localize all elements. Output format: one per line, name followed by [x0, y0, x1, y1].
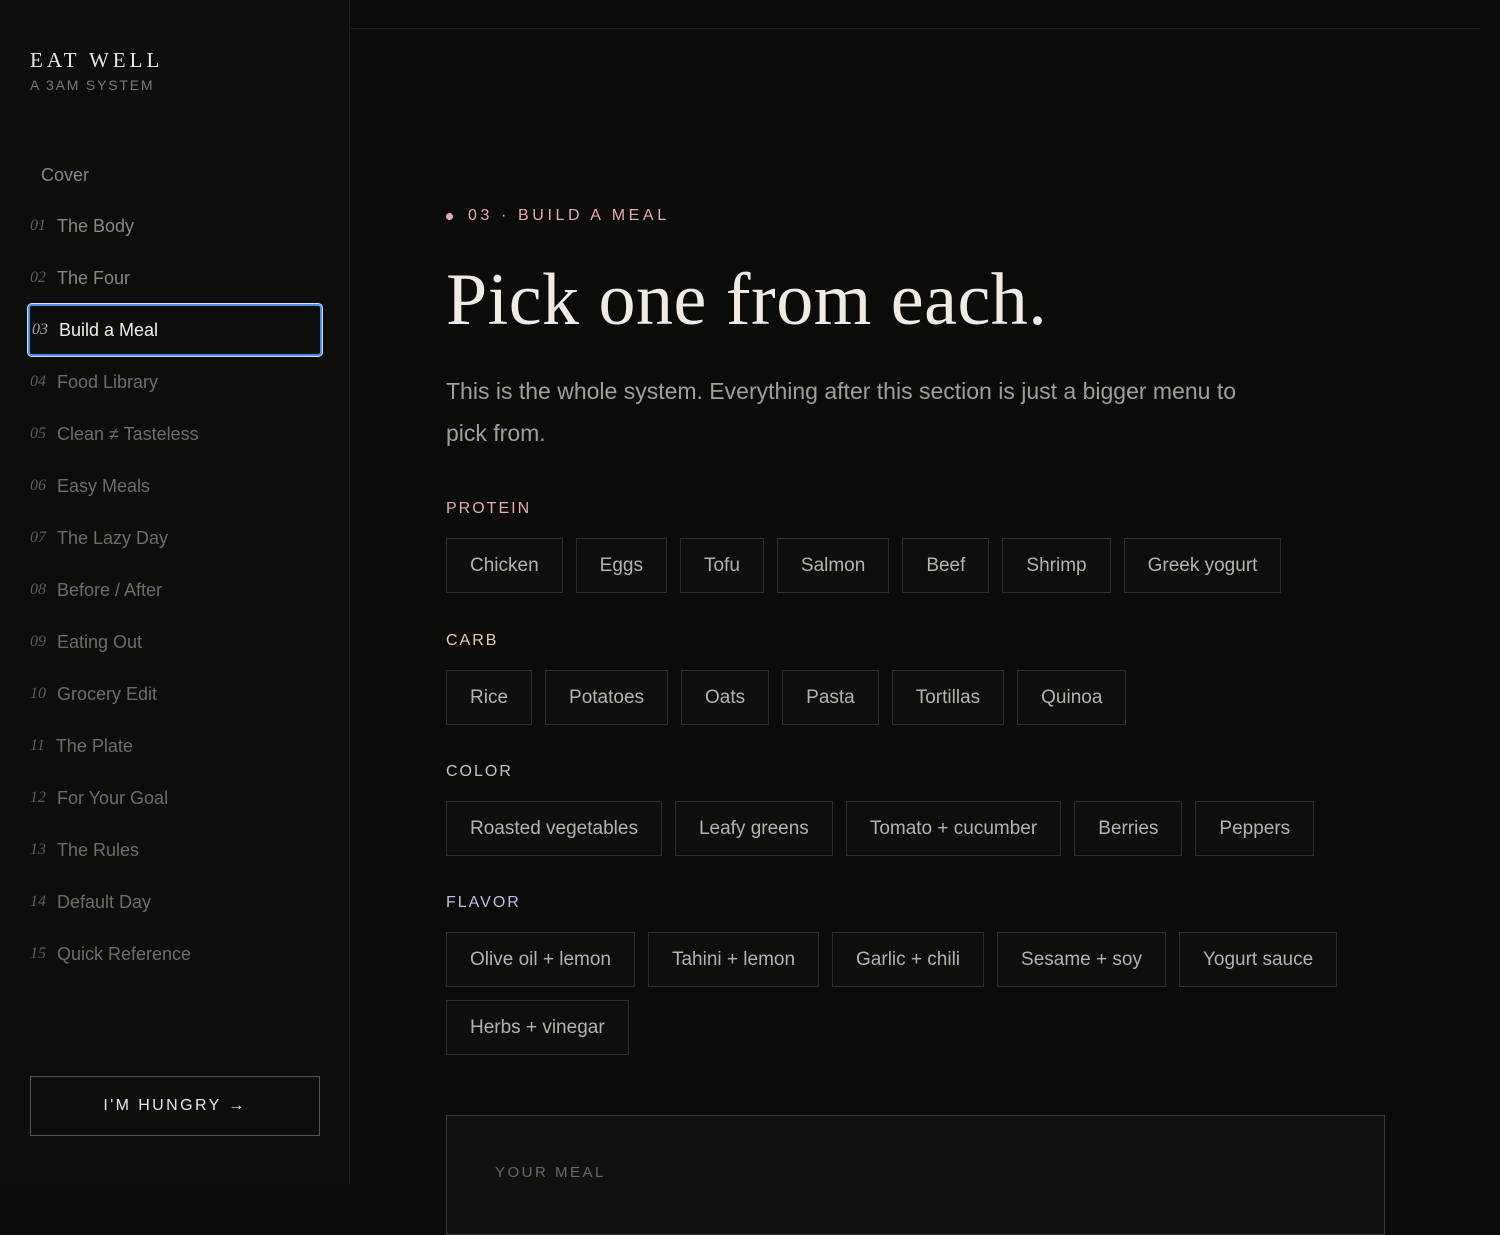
- section-eyebrow: 03 · BUILD A MEAL: [446, 207, 670, 225]
- nav-item-number: 05: [30, 425, 46, 442]
- nav-item-label: Grocery Edit: [57, 683, 158, 704]
- nav-item-label: Eating Out: [57, 631, 143, 652]
- nav-item-build-a-meal[interactable]: 03 Build a Meal: [28, 304, 322, 356]
- nav-item-number: 02: [30, 269, 46, 286]
- nav-item-for-your-goal[interactable]: 12 For Your Goal: [28, 772, 322, 824]
- chip-group-flavor: Olive oil + lemon Tahini + lemon Garlic + …: [446, 932, 1406, 1055]
- section-nav: Cover 01 The Body 02 The Four 03 Build a Meal…: [28, 150, 322, 980]
- eyebrow-dot-icon: [446, 212, 453, 220]
- ingredient-chip[interactable]: Tortillas: [891, 670, 1005, 725]
- your-meal-label: YOUR MEAL: [495, 1164, 606, 1181]
- nav-item-label: Cover: [41, 164, 90, 185]
- nav-item-label: Default Day: [57, 891, 152, 912]
- nav-item-number: 11: [30, 737, 45, 754]
- nav-item-the-four[interactable]: 02 The Four: [28, 252, 322, 304]
- nav-item-number: 03: [32, 321, 48, 338]
- nav-item-clean-tasteless[interactable]: 05 Clean ≠ Tasteless: [28, 408, 322, 460]
- chip-group-protein: Chicken Eggs Tofu Salmon Beef Shrimp Greek yog…: [446, 538, 1406, 593]
- ingredient-chip[interactable]: Shrimp: [1002, 538, 1111, 593]
- nav-item-number: 09: [30, 633, 46, 650]
- ingredient-chip[interactable]: Berries: [1074, 801, 1183, 856]
- nav-item-label: For Your Goal: [57, 787, 169, 808]
- nav-item-number: 10: [30, 685, 46, 702]
- sidebar: EAT WELL A 3AM SYSTEM Cover 01 The Body 02…: [0, 0, 350, 1184]
- nav-item-label: The Four: [57, 267, 131, 288]
- nav-item-number: 15: [30, 945, 46, 962]
- nav-item-easy-meals[interactable]: 06 Easy Meals: [28, 460, 322, 512]
- group-label-protein: PROTEIN: [446, 500, 532, 517]
- nav-item-default-day[interactable]: 14 Default Day: [28, 876, 322, 928]
- brand-title: EAT WELL: [30, 48, 164, 72]
- page-title: Pick one from each.: [446, 259, 1048, 341]
- nav-item-grocery-edit[interactable]: 10 Grocery Edit: [28, 668, 322, 720]
- top-divider: [351, 28, 1480, 29]
- nav-item-the-body[interactable]: 01 The Body: [28, 200, 322, 252]
- nav-item-label: Food Library: [57, 371, 159, 392]
- nav-item-label: Easy Meals: [57, 475, 151, 496]
- chip-group-color: Roasted vegetables Leafy greens Tomato + c…: [446, 801, 1406, 856]
- nav-item-number: 01: [30, 217, 46, 234]
- nav-item-food-library[interactable]: 04 Food Library: [28, 356, 322, 408]
- nav-item-eating-out[interactable]: 09 Eating Out: [28, 616, 322, 668]
- ingredient-chip[interactable]: Olive oil + lemon: [446, 932, 635, 987]
- nav-item-label: Clean ≠ Tasteless: [57, 423, 199, 444]
- nav-item-number: 04: [30, 373, 46, 390]
- brand: EAT WELL A 3AM SYSTEM: [30, 48, 163, 93]
- ingredient-chip[interactable]: Tahini + lemon: [647, 932, 820, 987]
- ingredient-chip[interactable]: Beef: [902, 538, 990, 593]
- ingredient-chip[interactable]: Eggs: [575, 538, 667, 593]
- nav-item-the-lazy-day[interactable]: 07 The Lazy Day: [28, 512, 322, 564]
- ingredient-chip[interactable]: Leafy greens: [674, 801, 833, 856]
- nav-item-label: The Plate: [55, 735, 133, 756]
- group-label-flavor: FLAVOR: [446, 894, 521, 911]
- ingredient-chip[interactable]: Yogurt sauce: [1178, 932, 1338, 987]
- nav-item-label: The Body: [57, 215, 135, 236]
- nav-item-number: 06: [30, 477, 46, 494]
- nav-item-number: 13: [30, 841, 46, 858]
- nav-item-number: 12: [30, 789, 46, 806]
- nav-item-the-rules[interactable]: 13 The Rules: [28, 824, 322, 876]
- your-meal-panel: YOUR MEAL: [446, 1115, 1385, 1235]
- nav-item-the-plate[interactable]: 11 The Plate: [28, 720, 322, 772]
- ingredient-chip[interactable]: Quinoa: [1017, 670, 1127, 725]
- nav-item-label: Before / After: [57, 579, 163, 600]
- nav-item-label: The Lazy Day: [57, 527, 169, 548]
- ingredient-chip[interactable]: Sesame + soy: [997, 932, 1166, 987]
- nav-item-label: Build a Meal: [59, 319, 159, 340]
- nav-item-quick-reference[interactable]: 15 Quick Reference: [28, 928, 322, 980]
- ingredient-chip[interactable]: Garlic + chili: [832, 932, 985, 987]
- nav-item-number: 14: [30, 893, 46, 910]
- nav-item-before-after[interactable]: 08 Before / After: [28, 564, 322, 616]
- chip-group-carb: Rice Potatoes Oats Pasta Tortillas Quinoa: [446, 670, 1406, 725]
- ingredient-chip[interactable]: Tomato + cucumber: [845, 801, 1062, 856]
- nav-item-number: 07: [30, 529, 46, 546]
- nav-item-number: 08: [30, 581, 46, 598]
- ingredient-chip[interactable]: Potatoes: [545, 670, 669, 725]
- ingredient-chip[interactable]: Pasta: [782, 670, 879, 725]
- nav-item-label: Quick Reference: [57, 943, 192, 964]
- ingredient-chip[interactable]: Peppers: [1195, 801, 1315, 856]
- brand-subtitle: A 3AM SYSTEM: [30, 77, 155, 93]
- ingredient-chip[interactable]: Roasted vegetables: [446, 801, 662, 856]
- ingredient-chip[interactable]: Greek yogurt: [1123, 538, 1282, 593]
- nav-item-cover[interactable]: Cover: [28, 150, 322, 200]
- im-hungry-button[interactable]: I'M HUNGRY →: [30, 1076, 320, 1136]
- group-label-color: COLOR: [446, 763, 513, 780]
- ingredient-chip[interactable]: Chicken: [446, 538, 563, 593]
- ingredient-chip[interactable]: Rice: [446, 670, 533, 725]
- group-label-carb: CARB: [446, 632, 499, 649]
- section-description: This is the whole system. Everything aft…: [446, 378, 1237, 446]
- eyebrow-text: 03 · BUILD A MEAL: [468, 207, 670, 224]
- ingredient-chip[interactable]: Oats: [681, 670, 770, 725]
- ingredient-chip[interactable]: Tofu: [679, 538, 764, 593]
- ingredient-chip[interactable]: Herbs + vinegar: [446, 1000, 629, 1055]
- nav-item-label: The Rules: [57, 839, 140, 860]
- ingredient-chip[interactable]: Salmon: [776, 538, 890, 593]
